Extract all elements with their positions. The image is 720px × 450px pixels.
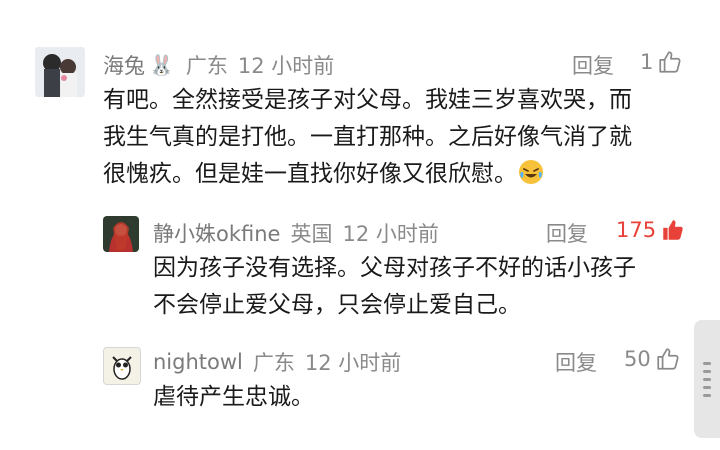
avatar[interactable] — [35, 47, 85, 97]
thumbs-up-icon — [659, 51, 681, 73]
thumbs-up-icon — [657, 348, 679, 370]
comment-text-line: 不会停止爱父母，只会停止爱自己。 — [153, 292, 521, 318]
username[interactable]: 海兔 — [103, 50, 145, 80]
reply-button[interactable]: 回复 — [546, 218, 588, 248]
timestamp: 12 小时前 — [237, 54, 335, 78]
rabbit-emoji-icon: 🐰 — [149, 53, 174, 77]
timestamp: 12 小时前 — [304, 351, 402, 375]
comment-text-line: 虐待产生忠诚。 — [153, 384, 314, 410]
grip-icon — [703, 362, 711, 397]
username[interactable]: 静小姝okfine — [153, 218, 280, 248]
crying-laughing-emoji-icon — [517, 158, 545, 198]
reply-button[interactable]: 回复 — [572, 50, 614, 80]
like-count: 175 — [616, 218, 657, 242]
location: 广东 — [252, 351, 295, 375]
avatar[interactable] — [103, 347, 141, 385]
username[interactable]: nightowl — [153, 350, 243, 374]
like-count: 1 — [640, 50, 654, 74]
timestamp: 12 小时前 — [342, 222, 439, 246]
scroll-handle[interactable] — [694, 320, 720, 438]
like-button[interactable]: 175 — [616, 217, 686, 243]
comment-text-line: 因为孩子没有选择。父母对孩子不好的话小孩子 — [153, 255, 636, 281]
like-button[interactable]: 50 — [624, 346, 681, 372]
reply-button[interactable]: 回复 — [555, 347, 597, 377]
comment-text-line: 我生气真的是打他。一直打那种。之后好像气消了就 — [103, 124, 632, 150]
location: 广东 — [185, 54, 228, 78]
like-button[interactable]: 1 — [640, 49, 683, 75]
avatar[interactable] — [103, 216, 139, 252]
like-count: 50 — [624, 347, 651, 371]
comment-text-line: 很愧疚。但是娃一直找你好像又很欣慰。 — [103, 161, 517, 187]
location: 英国 — [290, 222, 333, 246]
thumbs-up-filled-icon — [663, 220, 683, 240]
comment-text-line: 有吧。全然接受是孩子对父母。我娃三岁喜欢哭，而 — [103, 87, 632, 113]
